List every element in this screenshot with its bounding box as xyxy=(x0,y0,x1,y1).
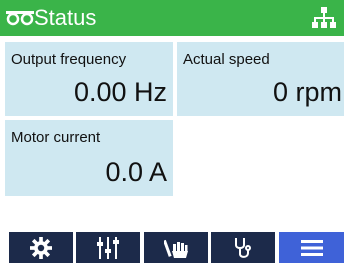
stethoscope-icon xyxy=(235,237,251,258)
menu-icon xyxy=(300,239,323,256)
diagnostics-button[interactable] xyxy=(211,232,275,263)
actual-speed-value: 0 rpm xyxy=(272,77,342,107)
output-frequency-label: Output frequency xyxy=(11,51,127,68)
menu-button[interactable] xyxy=(279,232,344,263)
manual-control-button[interactable] xyxy=(144,232,208,263)
status-header: Status xyxy=(0,0,344,36)
hand-icon xyxy=(164,239,188,258)
parameters-button[interactable] xyxy=(76,232,140,263)
motor-current-label: Motor current xyxy=(11,129,101,146)
gear-icon xyxy=(30,236,52,259)
glasses-icon xyxy=(6,11,34,26)
actual-speed-tile[interactable]: Actual speed 0 rpm xyxy=(177,42,344,116)
actual-speed-label: Actual speed xyxy=(183,51,270,68)
output-frequency-tile[interactable]: Output frequency 0.00 Hz xyxy=(5,42,173,116)
settings-button[interactable] xyxy=(9,232,73,263)
sliders-icon xyxy=(97,236,119,259)
motor-current-tile[interactable]: Motor current 0.0 A xyxy=(5,120,173,196)
output-frequency-value: 0.00 Hz xyxy=(73,77,167,107)
motor-current-value: 0.0 A xyxy=(105,157,167,187)
page-title: Status xyxy=(34,5,97,30)
bottom-toolbar xyxy=(0,232,344,263)
network-icon[interactable] xyxy=(312,6,336,30)
